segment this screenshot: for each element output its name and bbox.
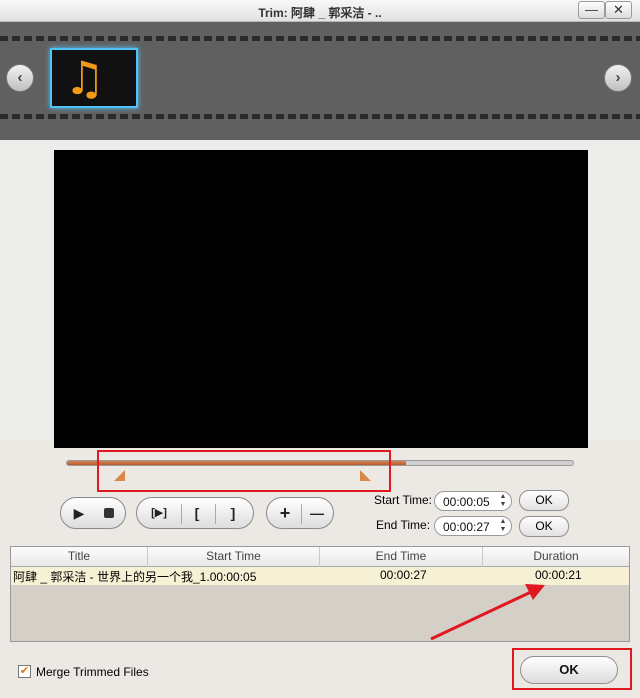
end-time-ok-button[interactable]: OK	[519, 516, 569, 537]
play-button[interactable]: ▶	[67, 502, 91, 526]
mark-out-button[interactable]: ]	[221, 502, 245, 526]
highlight-box-trim-range	[97, 450, 391, 492]
minimize-button[interactable]: —	[578, 1, 605, 19]
playback-controls: ▶	[60, 497, 126, 529]
segment-controls: + —	[266, 497, 334, 529]
start-time-label: Start Time:	[374, 493, 433, 507]
add-segment-button[interactable]: +	[273, 502, 297, 526]
remove-segment-button[interactable]: —	[305, 502, 329, 526]
spinner-arrows-icon[interactable]: ▲ ▼	[497, 518, 509, 534]
music-note-icon: ♫	[64, 51, 106, 105]
start-time-ok-button[interactable]: OK	[519, 490, 569, 511]
table-header: Title Start Time End Time Duration	[11, 547, 629, 567]
annotation-arrow	[430, 584, 545, 641]
filmstrip-perforation-bottom	[0, 114, 640, 119]
window-title: Trim: 阿肆 _ 郭采洁 - ..	[258, 6, 382, 20]
column-header-duration[interactable]: Duration	[483, 547, 629, 567]
divider	[181, 504, 182, 524]
prev-file-button[interactable]: ‹	[6, 64, 34, 92]
stop-button[interactable]	[97, 502, 121, 526]
stop-icon	[104, 508, 114, 518]
next-file-button[interactable]: ›	[604, 64, 632, 92]
play-clip-button[interactable]: [▶]	[143, 502, 175, 526]
row-end-time: 00:00:27	[380, 568, 427, 582]
arrow-line	[430, 590, 532, 641]
end-time-spinner[interactable]: 00:00:27 ▲ ▼	[434, 516, 512, 536]
close-button[interactable]: ✕	[605, 1, 632, 19]
divider	[215, 504, 216, 524]
start-time-value: 00:00:05	[443, 495, 490, 509]
file-thumbnail[interactable]: ♫	[50, 48, 138, 108]
trim-end-handle[interactable]	[360, 470, 371, 481]
spinner-arrows-icon[interactable]: ▲ ▼	[497, 493, 509, 509]
divider	[301, 504, 302, 524]
trim-controls: [▶] [ ]	[136, 497, 254, 529]
highlight-box-ok	[512, 648, 632, 690]
filmstrip-perforation-top	[0, 36, 640, 41]
video-preview	[54, 150, 588, 448]
end-time-value: 00:00:27	[443, 520, 490, 534]
title-bar: Trim: 阿肆 _ 郭采洁 - .. — ✕	[0, 0, 640, 22]
merge-checkbox[interactable]: ✔	[18, 665, 31, 678]
mark-in-button[interactable]: [	[185, 502, 209, 526]
column-header-title[interactable]: Title	[11, 547, 148, 567]
trim-start-handle[interactable]	[114, 470, 125, 481]
column-header-end-time[interactable]: End Time	[320, 547, 483, 567]
filmstrip: ‹ ♫ ›	[0, 22, 640, 140]
merge-label: Merge Trimmed Files	[36, 665, 149, 679]
end-time-label: End Time:	[376, 518, 431, 532]
start-time-spinner[interactable]: 00:00:05 ▲ ▼	[434, 491, 512, 511]
column-header-start-time[interactable]: Start Time	[148, 547, 320, 567]
row-title: 阿肆 _ 郭采洁 - 世界上的另一个我_1.00:00:05	[13, 570, 257, 584]
